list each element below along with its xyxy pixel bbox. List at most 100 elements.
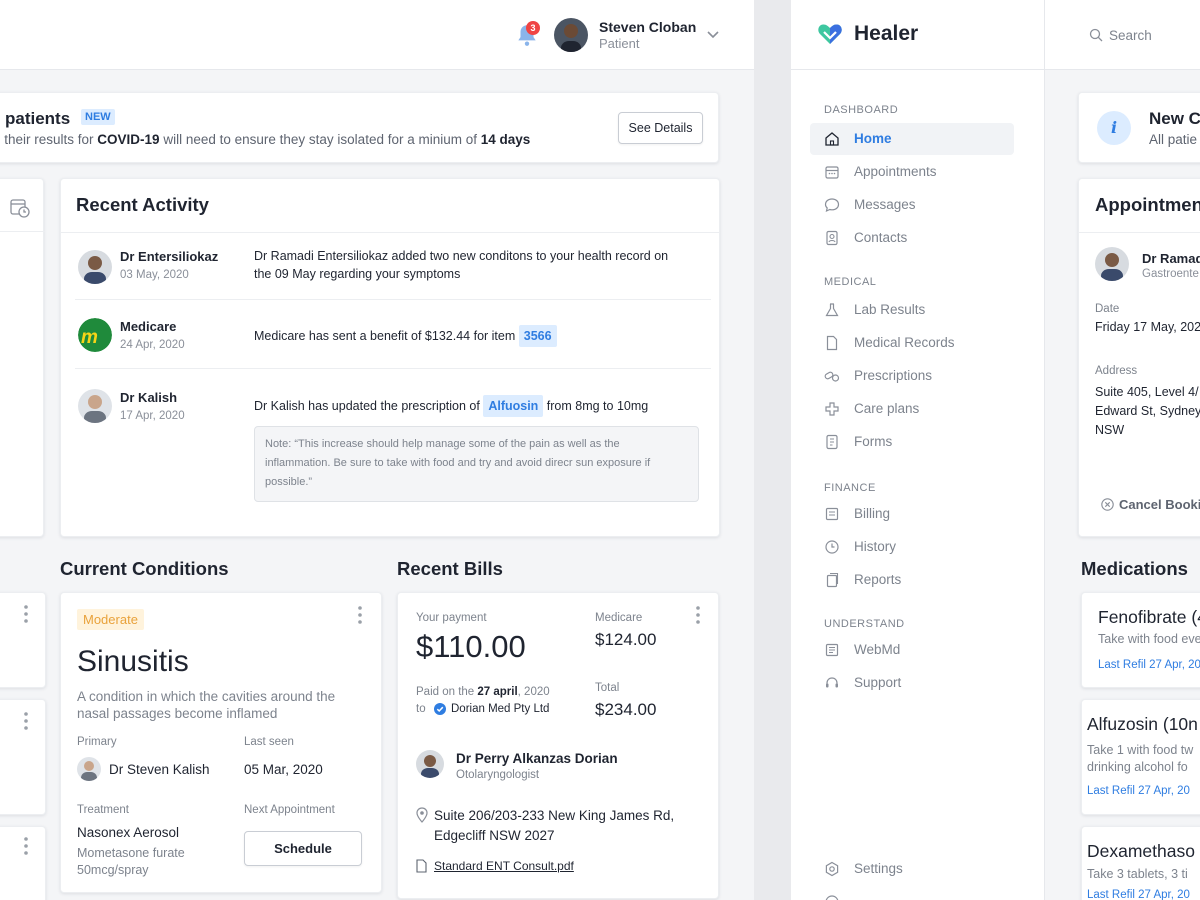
activity-text: Dr Ramadi Entersiliokaz added two new co… — [254, 249, 669, 281]
recent-activity-card: Recent Activity Dr Entersiliokaz 03 May,… — [60, 178, 720, 537]
your-payment-amount: $110.00 — [416, 629, 526, 664]
info-card: i New C All patie — [1078, 92, 1200, 163]
activity-text: Dr Kalish has updated the prescription o… — [254, 395, 648, 417]
condition-card: Moderate Sinusitis A condition in which … — [60, 592, 382, 893]
total-label: Total — [595, 682, 620, 694]
sidebar-item-contacts[interactable]: Contacts — [810, 222, 1014, 254]
medicare-label: Medicare — [595, 612, 643, 624]
divider — [61, 232, 719, 233]
medication-chip[interactable]: Alfuosin — [483, 395, 544, 417]
doctor-specialty: Otolaryngologist — [456, 769, 540, 781]
sidebar: Healer DASHBOARD Home Appointments Messa… — [791, 0, 1045, 900]
sidebar-item-appointments[interactable]: Appointments — [810, 156, 1014, 188]
sidebar-item-label: Support — [854, 675, 902, 690]
user-avatar[interactable] — [554, 18, 588, 52]
sidebar-item-settings[interactable]: Settings — [810, 853, 1014, 885]
recent-bills-title: Recent Bills — [397, 558, 503, 579]
user-role: Patient — [599, 36, 640, 51]
clock-icon — [825, 540, 839, 554]
mini-card — [0, 592, 46, 688]
search-bar[interactable]: Search — [1045, 0, 1200, 70]
sidebar-item-forms[interactable]: Forms — [810, 426, 1014, 458]
see-details-button[interactable]: See Details — [618, 112, 703, 144]
sidebar-item-webmd[interactable]: WebMd — [810, 634, 1014, 666]
date-value: Friday 17 May, 2020 — [1095, 320, 1200, 334]
info-subtitle: All patie — [1149, 132, 1198, 147]
sidebar-item-label: WebMd — [854, 642, 901, 657]
article-icon — [825, 643, 839, 657]
new-badge: NEW — [81, 109, 115, 125]
top-bar: 3 Steven Cloban Patient — [0, 0, 754, 70]
sidebar-item-lab-results[interactable]: Lab Results — [810, 294, 1014, 326]
primary-doctor[interactable]: Dr Steven Kalish — [109, 762, 210, 777]
info-title: New C — [1149, 109, 1200, 128]
address-value: Suite 405, Level 4/ Edward St, Sydney NS… — [1095, 385, 1200, 437]
sidebar-item-billing[interactable]: Billing — [810, 498, 1014, 530]
heart-logo-icon[interactable] — [817, 22, 843, 46]
chevron-down-icon[interactable] — [706, 30, 720, 40]
medication-card[interactable]: Dexamethaso Take 3 tablets, 3 ti Last Re… — [1081, 826, 1200, 900]
calendar-clock-icon[interactable] — [9, 197, 31, 219]
more-options-icon[interactable] — [696, 606, 700, 624]
cancel-booking-button[interactable]: Cancel Booki — [1119, 497, 1200, 512]
sidebar-item-history[interactable]: History — [810, 531, 1014, 563]
medication-instructions: Take with food eve — [1098, 632, 1200, 646]
flask-icon — [825, 303, 839, 317]
file-icon — [826, 335, 838, 351]
more-options-icon[interactable] — [24, 605, 28, 623]
contact-card-icon — [826, 230, 838, 246]
pills-icon — [824, 371, 840, 382]
medication-card[interactable]: Fenofibrate (4 Take with food eve Last R… — [1081, 592, 1200, 688]
sidebar-item-label: Billing — [854, 506, 891, 521]
sidebar-item-messages[interactable]: Messages — [810, 189, 1014, 221]
last-seen-value: 05 Mar, 2020 — [244, 762, 323, 777]
medication-instructions: Take 3 tablets, 3 ti — [1087, 867, 1188, 881]
sidebar-item-home[interactable]: Home — [810, 123, 1014, 155]
brand-name: Healer — [854, 22, 919, 45]
medication-refill: Last Refil 27 Apr, 20 — [1087, 785, 1190, 797]
more-options-icon[interactable] — [358, 606, 362, 624]
close-circle-icon — [1101, 498, 1114, 511]
sidebar-item-label: Messages — [854, 197, 916, 212]
medical-cross-icon — [825, 402, 839, 416]
sidebar-item-support[interactable]: Support — [810, 667, 1014, 699]
activity-text: Medicare has sent a benefit of $132.44 f… — [254, 325, 557, 347]
location-pin-icon — [416, 807, 428, 823]
medication-instructions: Take 1 with food tw drinking alcohol fo — [1087, 743, 1194, 774]
medication-name: Dexamethaso — [1087, 841, 1195, 861]
schedule-button[interactable]: Schedule — [244, 831, 362, 866]
notification-count-badge: 3 — [526, 21, 540, 35]
more-options-icon[interactable] — [24, 712, 28, 730]
more-options-icon[interactable] — [24, 837, 28, 855]
sidebar-item-label: Care plans — [854, 401, 920, 416]
sidebar-item-medical-records[interactable]: Medical Records — [810, 327, 1014, 359]
user-name: Steven Cloban — [599, 19, 697, 35]
medication-card[interactable]: Alfuzosin (10n Take 1 with food tw drink… — [1081, 699, 1200, 815]
activity-date: 17 Apr, 2020 — [120, 410, 185, 422]
address-label: Address — [1095, 365, 1138, 377]
activity-name: Dr Kalish — [120, 390, 178, 405]
last-seen-label: Last seen — [244, 736, 294, 748]
appointment-card: Appointmen Dr Ramad Gastroente Date Frid… — [1078, 178, 1200, 537]
doctor-name[interactable]: Dr Perry Alkanzas Dorian — [456, 751, 618, 766]
nav-section-understand: UNDERSTAND — [824, 618, 905, 630]
sidebar-item-prescriptions[interactable]: Prescriptions — [810, 360, 1014, 392]
sidebar-item-reports[interactable]: Reports — [810, 564, 1014, 596]
divider — [75, 368, 711, 369]
sidebar-item-care-plans[interactable]: Care plans — [810, 393, 1014, 425]
sidebar-item-logout[interactable] — [810, 886, 1014, 900]
divider — [0, 231, 45, 232]
sidebar-item-label: Prescriptions — [854, 368, 933, 383]
sidebar-item-label: Contacts — [854, 230, 908, 245]
paid-on-text: Paid on the 27 april, 2020 — [416, 686, 550, 698]
current-conditions-title: Current Conditions — [60, 558, 229, 579]
appointment-doctor: Dr Ramad — [1142, 251, 1200, 266]
item-number-chip[interactable]: 3566 — [518, 325, 557, 347]
date-label: Date — [1095, 303, 1120, 315]
navigation-panel: Healer DASHBOARD Home Appointments Messa… — [791, 0, 1200, 900]
nav-section-finance: FINANCE — [824, 482, 876, 494]
document-link[interactable]: Standard ENT Consult.pdf — [434, 859, 574, 873]
mini-card — [0, 699, 46, 815]
medicare-logo: m — [78, 318, 112, 352]
next-appointment-label: Next Appointment — [244, 804, 335, 816]
